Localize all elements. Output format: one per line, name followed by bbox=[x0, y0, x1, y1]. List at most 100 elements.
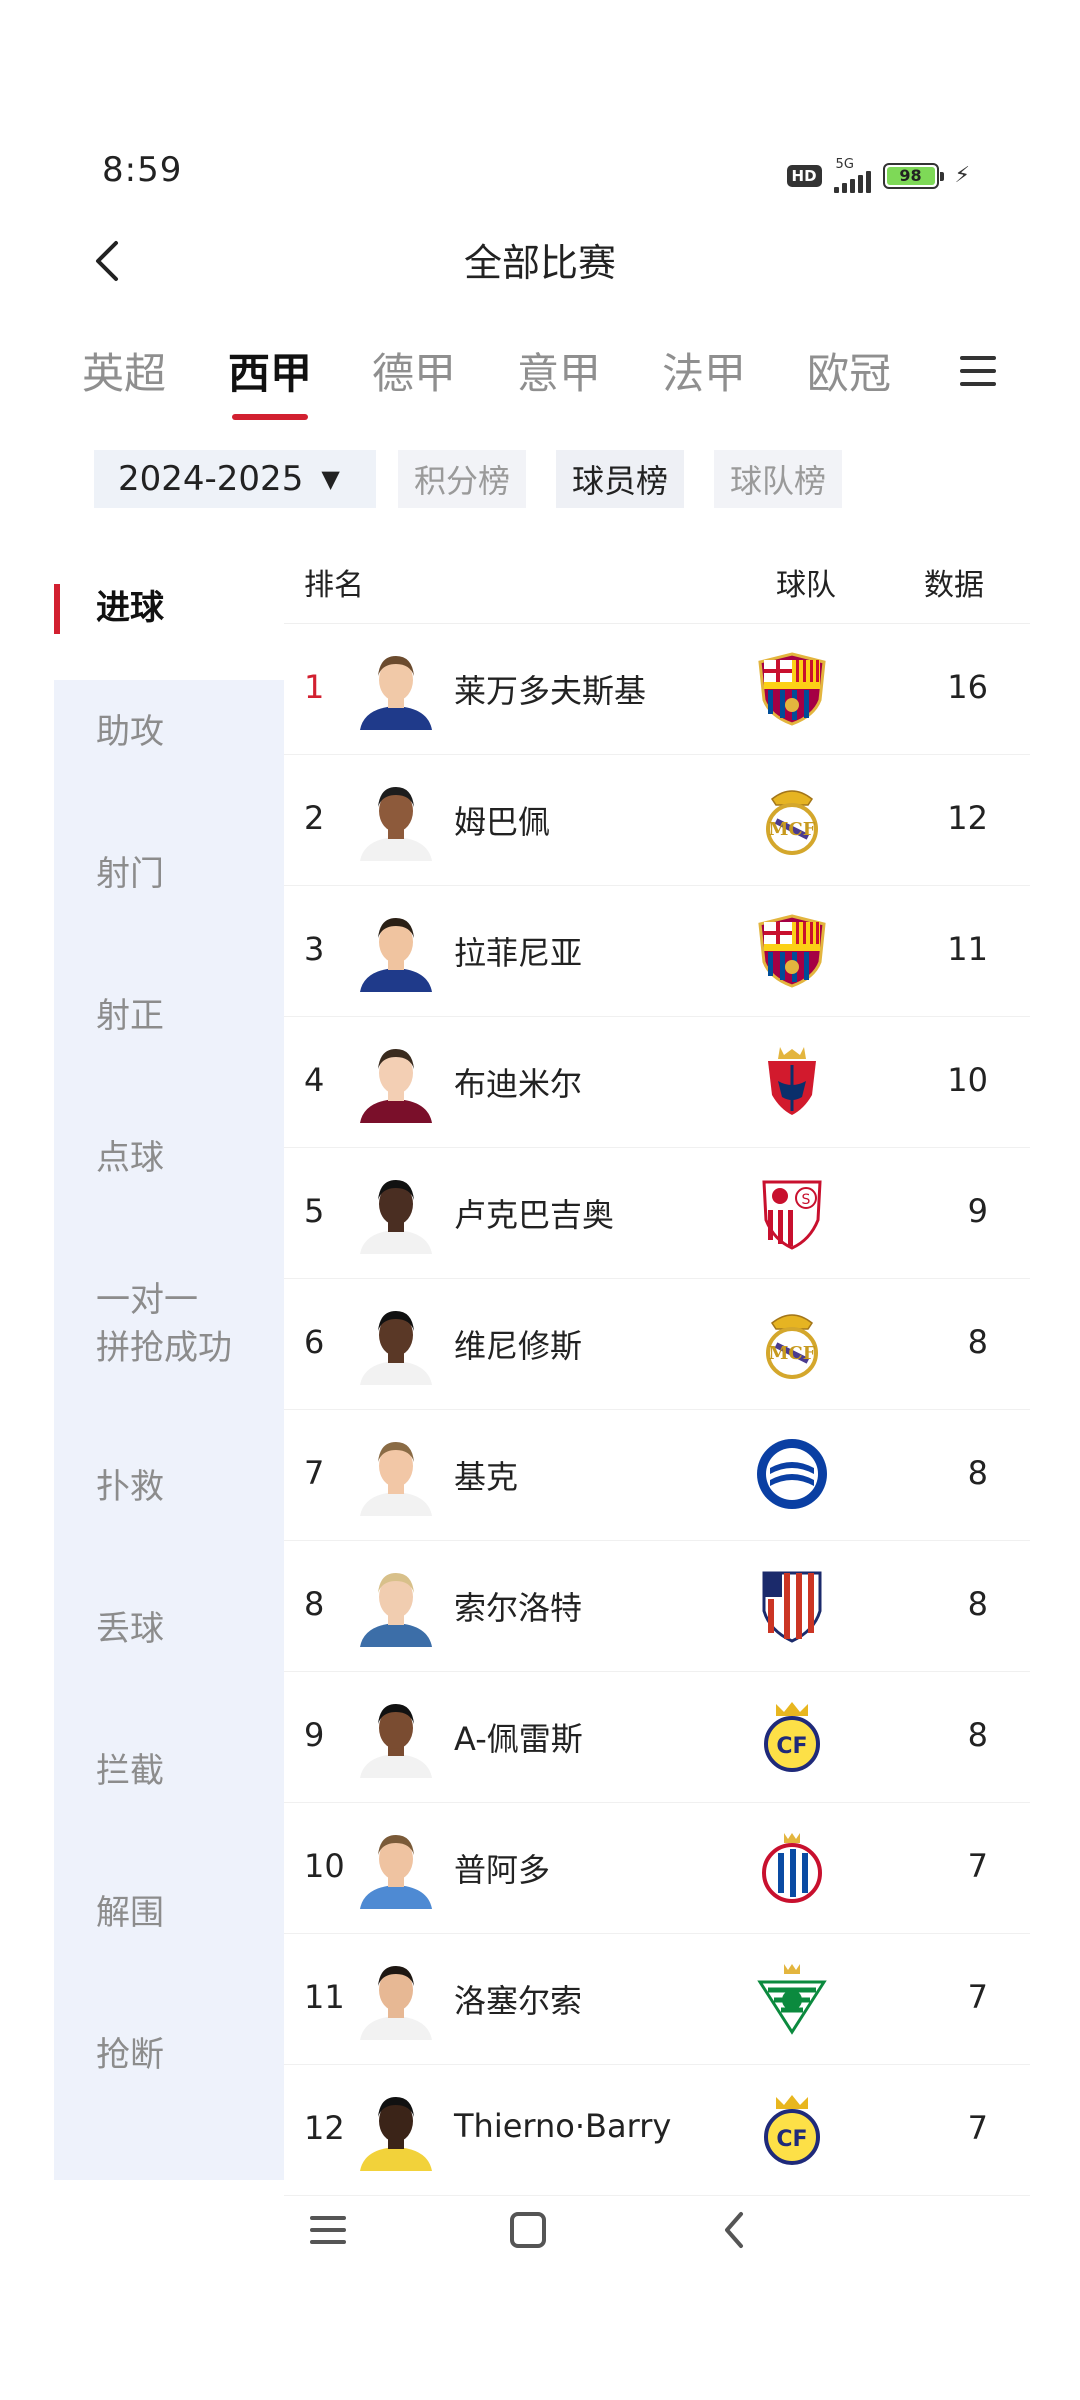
player-name: 基克 bbox=[454, 1458, 519, 1496]
header: 全部比赛 bbox=[0, 226, 1080, 296]
real-madrid-crest-icon: MCF bbox=[754, 781, 830, 857]
active-category-marker bbox=[54, 584, 60, 634]
player-ranking-table: 排名 球队 数据 1 莱万多夫斯基 16 2 姆巴佩 MCF 12 3 拉菲尼亚… bbox=[284, 560, 1030, 2196]
table-row[interactable]: 6 维尼修斯 MCF 8 bbox=[284, 1279, 1030, 1410]
category-item-shots[interactable]: 射门 bbox=[96, 850, 164, 898]
season-value: 2024-2025 bbox=[118, 459, 304, 499]
status-bar: 8:59 HD 5G 98 ⚡ bbox=[0, 150, 1080, 200]
network-type: 5G bbox=[835, 157, 854, 172]
category-item-goals-conceded[interactable]: 丢球 bbox=[96, 1605, 164, 1653]
player-name: 莱万多夫斯基 bbox=[454, 672, 647, 710]
season-select[interactable]: 2024-2025 ▼ bbox=[94, 450, 376, 508]
player-ranking-chip[interactable]: 球员榜 bbox=[556, 450, 684, 508]
category-label-line1: 一对一 bbox=[96, 1280, 198, 1320]
player-avatar bbox=[354, 1301, 438, 1385]
tab-serie-a[interactable]: 意甲 bbox=[517, 340, 601, 401]
menu-icon[interactable] bbox=[960, 356, 996, 386]
category-item-goals[interactable]: 进球 bbox=[54, 570, 284, 680]
category-item-shots-on-target[interactable]: 射正 bbox=[96, 992, 164, 1040]
player-name: 普阿多 bbox=[454, 1851, 551, 1889]
player-avatar bbox=[354, 1170, 438, 1254]
stat-value: 7 bbox=[967, 2109, 988, 2147]
sevilla-crest-icon: S bbox=[754, 1174, 830, 1250]
category-list: 助攻 射门 射正 点球 一对一 拼抢成功 扑救 丢球 拦截 解围 抢断 bbox=[54, 680, 284, 2180]
table-row[interactable]: 1 莱万多夫斯基 16 bbox=[284, 624, 1030, 755]
status-time: 8:59 bbox=[102, 150, 183, 190]
table-row[interactable]: 11 洛塞尔索 7 bbox=[284, 1934, 1030, 2065]
league-tabs: 英超 西甲 德甲 意甲 法甲 欧冠 bbox=[0, 330, 1080, 430]
table-header: 排名 球队 数据 bbox=[284, 560, 1030, 624]
stat-value: 8 bbox=[967, 1323, 988, 1361]
player-avatar bbox=[354, 646, 438, 730]
player-name: 拉菲尼亚 bbox=[454, 934, 583, 972]
table-row[interactable]: 3 拉菲尼亚 11 bbox=[284, 886, 1030, 1017]
svg-text:CF: CF bbox=[776, 1734, 807, 1759]
table-row[interactable]: 2 姆巴佩 MCF 12 bbox=[284, 755, 1030, 886]
player-avatar bbox=[354, 777, 438, 861]
player-name: 布迪米尔 bbox=[454, 1065, 583, 1103]
svg-text:MCF: MCF bbox=[768, 1343, 815, 1364]
player-name: Thierno·Barry bbox=[454, 2107, 672, 2145]
chevron-left-icon bbox=[725, 2212, 743, 2248]
player-name: 卢克巴吉奥 bbox=[454, 1196, 615, 1234]
player-name: 姆巴佩 bbox=[454, 803, 551, 841]
barcelona-crest-icon bbox=[754, 650, 830, 726]
standings-chip[interactable]: 积分榜 bbox=[398, 450, 526, 508]
column-team: 球队 bbox=[776, 568, 836, 603]
category-item-penalties[interactable]: 点球 bbox=[96, 1134, 164, 1182]
category-item-duels[interactable]: 一对一 拼抢成功 bbox=[96, 1276, 232, 1372]
team-ranking-chip[interactable]: 球队榜 bbox=[714, 450, 842, 508]
category-item-saves[interactable]: 扑救 bbox=[96, 1463, 164, 1511]
battery-icon: 98 bbox=[882, 162, 944, 189]
table-row[interactable]: 4 布迪米尔 10 bbox=[284, 1017, 1030, 1148]
barcelona-crest-icon bbox=[754, 912, 830, 988]
table-row[interactable]: 8 索尔洛特 8 bbox=[284, 1541, 1030, 1672]
stat-value: 8 bbox=[967, 1454, 988, 1492]
svg-text:CF: CF bbox=[776, 2127, 807, 2152]
stat-value: 11 bbox=[947, 930, 988, 968]
real-madrid-crest-icon: MCF bbox=[754, 1305, 830, 1381]
status-icons: HD 5G 98 ⚡ bbox=[786, 157, 970, 193]
villarreal-crest-icon: CF bbox=[754, 1698, 830, 1774]
svg-text:S: S bbox=[802, 1192, 811, 1208]
player-avatar bbox=[354, 908, 438, 992]
tab-premier-league[interactable]: 英超 bbox=[82, 340, 166, 401]
table-row[interactable]: 12 Thierno·Barry CF 7 bbox=[284, 2065, 1030, 2196]
table-row[interactable]: 5 卢克巴吉奥 S 9 bbox=[284, 1148, 1030, 1279]
table-row[interactable]: 7 基克 8 bbox=[284, 1410, 1030, 1541]
square-icon bbox=[510, 2212, 546, 2248]
home-button[interactable] bbox=[498, 2200, 558, 2260]
stat-value: 8 bbox=[967, 1585, 988, 1623]
player-avatar bbox=[354, 1563, 438, 1647]
battery-level: 98 bbox=[886, 166, 935, 185]
column-data: 数据 bbox=[924, 568, 984, 603]
charging-icon: ⚡ bbox=[954, 163, 970, 188]
table-row[interactable]: 10 普阿多 7 bbox=[284, 1803, 1030, 1934]
category-item-tackles[interactable]: 抢断 bbox=[96, 2031, 164, 2079]
stat-value: 12 bbox=[947, 799, 988, 837]
category-item-assists[interactable]: 助攻 bbox=[96, 708, 164, 756]
recent-apps-button[interactable] bbox=[298, 2200, 358, 2260]
stat-value: 7 bbox=[967, 1978, 988, 2016]
stat-value: 8 bbox=[967, 1716, 988, 1754]
player-name: 维尼修斯 bbox=[454, 1327, 583, 1365]
tab-bundesliga[interactable]: 德甲 bbox=[372, 340, 456, 401]
player-name: 洛塞尔索 bbox=[454, 1982, 583, 2020]
player-avatar bbox=[354, 1694, 438, 1778]
player-avatar bbox=[354, 1039, 438, 1123]
player-avatar bbox=[354, 1825, 438, 1909]
back-nav-button[interactable] bbox=[704, 2200, 764, 2260]
tab-champions-league[interactable]: 欧冠 bbox=[807, 340, 891, 401]
player-avatar bbox=[354, 1956, 438, 2040]
tab-la-liga[interactable]: 西甲 bbox=[228, 340, 312, 401]
villarreal-crest-icon: CF bbox=[754, 2091, 830, 2167]
category-item-clearances[interactable]: 解围 bbox=[96, 1889, 164, 1937]
table-row[interactable]: 9 A-佩雷斯 CF 8 bbox=[284, 1672, 1030, 1803]
player-avatar bbox=[354, 1432, 438, 1516]
category-label-line2: 拼抢成功 bbox=[96, 1328, 232, 1368]
category-item-interceptions[interactable]: 拦截 bbox=[96, 1747, 164, 1795]
table-body: 1 莱万多夫斯基 16 2 姆巴佩 MCF 12 3 拉菲尼亚 11 4 布迪米… bbox=[284, 624, 1030, 2196]
hd-icon: HD bbox=[786, 164, 822, 187]
filter-row: 2024-2025 ▼ 积分榜 球员榜 球队榜 bbox=[0, 450, 1080, 510]
tab-ligue-1[interactable]: 法甲 bbox=[662, 340, 746, 401]
